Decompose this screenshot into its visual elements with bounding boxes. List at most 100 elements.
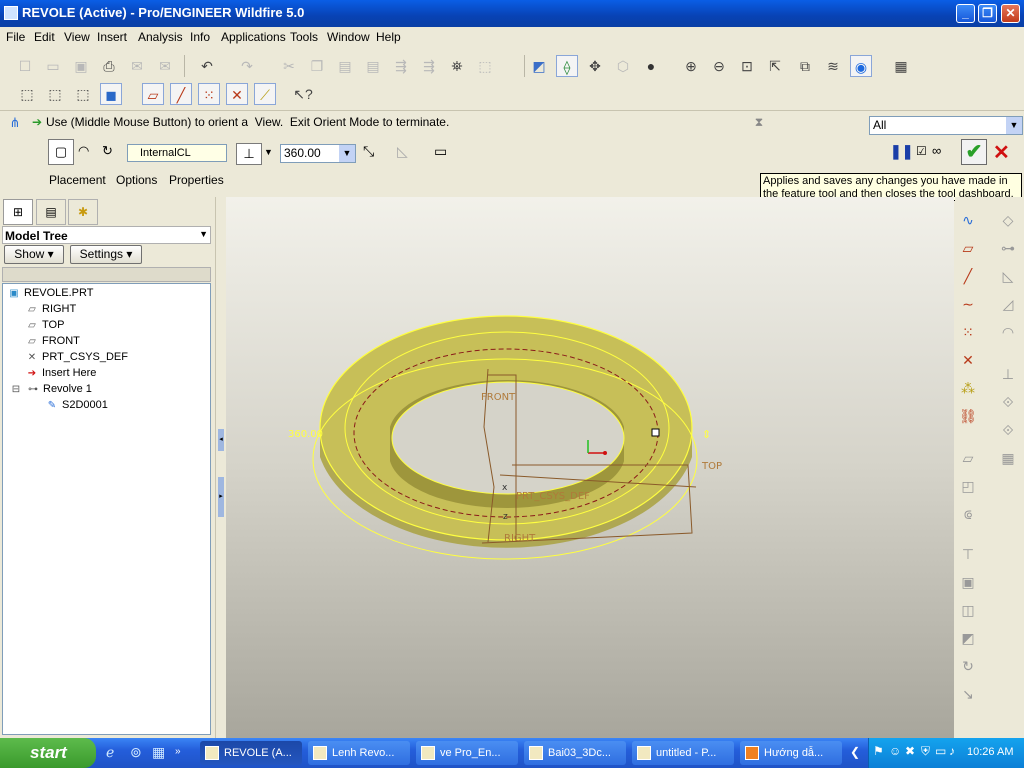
appearance-icon[interactable]: ● (640, 55, 662, 77)
undo-icon[interactable]: ↶ (196, 55, 218, 77)
apply-checkmark-icon[interactable]: ✔ (961, 139, 987, 165)
collapse-icon[interactable]: ⊟ (9, 382, 23, 398)
tree-item-front[interactable]: ▱ FRONT (25, 333, 80, 349)
hole-tool-icon[interactable]: ◇ (997, 209, 1019, 231)
shading-icon[interactable]: ◼ (100, 83, 122, 105)
view-manager-icon[interactable]: ⧉ (794, 55, 816, 77)
model-tree-tab-icon[interactable]: ⊞ (3, 199, 33, 225)
tab-options[interactable]: Options (116, 173, 157, 187)
plane-tool-icon[interactable]: ▱ (957, 237, 979, 259)
menu-applications[interactable]: Applications (221, 30, 286, 44)
menu-tools[interactable]: Tools (290, 30, 318, 44)
mirror-tool-icon[interactable]: ⟐ (997, 419, 1019, 441)
display-style-icon[interactable]: ◉ (850, 55, 872, 77)
datum-planes-icon[interactable]: ▱ (142, 83, 164, 105)
email-icon[interactable]: ✉ (126, 55, 148, 77)
monitor-tray-icon[interactable]: ▭ (935, 744, 946, 758)
redo-icon[interactable]: ↷ (236, 55, 258, 77)
trim-tool-icon[interactable]: ↻ (957, 655, 979, 677)
analysis-tool-icon[interactable]: ⁂ (957, 377, 979, 399)
tree-item-sketch[interactable]: ✎ S2D0001 (45, 397, 108, 413)
new-file-icon[interactable]: ☐ (14, 55, 36, 77)
open-file-icon[interactable]: ▭ (42, 55, 64, 77)
wireframe-icon[interactable]: ⬚ (16, 83, 38, 105)
curve-tool-icon[interactable]: ∼ (957, 293, 979, 315)
axis-field[interactable]: InternalCL (127, 144, 227, 162)
layers-icon[interactable]: ≋ (822, 55, 844, 77)
chamfer-tool-icon[interactable]: ◺ (997, 265, 1019, 287)
menu-edit[interactable]: Edit (34, 30, 55, 44)
taskbar-scroll-icon[interactable]: ❮ (850, 745, 860, 759)
datum-points-icon[interactable]: ⁙ (198, 83, 220, 105)
zoom-in-icon[interactable]: ⊕ (680, 55, 702, 77)
desktop-quicklaunch-icon[interactable]: ▦ (152, 744, 165, 761)
email-link-icon[interactable]: ✉ (154, 55, 176, 77)
menu-info[interactable]: Info (190, 30, 210, 44)
solid-type-button[interactable]: ▢ (48, 139, 74, 165)
tree-item-insert-here[interactable]: ➔ Insert Here (25, 365, 97, 381)
volume-tray-icon[interactable]: ♪ (949, 744, 955, 758)
print-icon[interactable]: ⎙ (98, 55, 120, 77)
copy-icon[interactable]: ❐ (306, 55, 328, 77)
warp-tool-icon[interactable]: ◩ (957, 627, 979, 649)
favorites-tab-icon[interactable]: ✱ (68, 199, 98, 225)
task-revole[interactable]: REVOLE (A... (200, 741, 302, 765)
filter-select[interactable]: All ▼ (869, 116, 1023, 135)
find-icon[interactable]: ⛯ (446, 55, 468, 77)
angle-select[interactable]: 360.00 ▼ (280, 144, 356, 163)
ie-quicklaunch-icon[interactable]: ℯ (106, 744, 114, 761)
quicklaunch-expand-icon[interactable]: » (175, 746, 181, 757)
tree-item-revolve-1[interactable]: ⊟ ⊶ Revolve 1 (9, 381, 92, 397)
no-hidden-icon[interactable]: ⬚ (72, 83, 94, 105)
sweep-tool-icon[interactable]: ⟃ (957, 503, 979, 525)
saved-views-icon[interactable]: ⬡ (612, 55, 634, 77)
maximize-button[interactable]: ❐ (978, 4, 997, 23)
clock[interactable]: 10:26 AM (967, 746, 1013, 758)
annotations-icon[interactable]: ⟋ (254, 83, 276, 105)
pause-icon[interactable]: ❚❚ (890, 143, 913, 160)
datum-axes-icon[interactable]: ╱ (170, 83, 192, 105)
zoom-out-icon[interactable]: ⊖ (708, 55, 730, 77)
menu-window[interactable]: Window (327, 30, 370, 44)
remove-material-icon[interactable]: ◺ (397, 143, 408, 160)
thicken-icon[interactable]: ▭ (434, 143, 447, 160)
context-help-icon[interactable]: ↖? (292, 83, 314, 105)
close-button[interactable]: ✕ (1001, 4, 1020, 23)
chat-tray-icon[interactable]: ☺ (889, 744, 901, 758)
tree-item-revole-prt[interactable]: ▣ REVOLE.PRT (7, 285, 93, 301)
task-untitled-paint[interactable]: untitled - P... (632, 741, 734, 765)
round-tool-icon[interactable]: ⊶ (997, 237, 1019, 259)
solidify-tool-icon[interactable]: ◫ (957, 599, 979, 621)
menu-help[interactable]: Help (376, 30, 401, 44)
task-ve-pro-en[interactable]: ve Pro_En... (416, 741, 518, 765)
tab-properties[interactable]: Properties (169, 173, 224, 187)
start-button[interactable]: start (0, 738, 96, 768)
smart-filter-icon[interactable]: ⧗ (750, 115, 768, 135)
angle-type-button[interactable]: ⊥ (236, 143, 262, 165)
drag-handle[interactable] (651, 428, 660, 437)
axis-tool-icon[interactable]: ╱ (957, 265, 979, 287)
merge-tool-icon[interactable]: ▦ (997, 447, 1019, 469)
extrude-tool-icon[interactable]: ▱ (957, 447, 979, 469)
rib-tool-icon[interactable]: ⊥ (997, 363, 1019, 385)
paste-icon[interactable]: ▤ (334, 55, 356, 77)
flip-arrow-icon[interactable]: ⇕ (702, 428, 711, 441)
surface-type-icon[interactable]: ◠ (78, 143, 89, 159)
safety-tray-icon[interactable]: ✖ (905, 744, 915, 758)
cut-icon[interactable]: ✂ (278, 55, 300, 77)
revolve-tool-icon[interactable]: ◰ (957, 475, 979, 497)
csys-tool-icon[interactable]: ✕ (957, 349, 979, 371)
regenerate-icon[interactable]: ⇶ (390, 55, 412, 77)
task-huong-dan[interactable]: Hướng dẫ... (740, 741, 842, 765)
panel-sash[interactable]: ◂ ▸ (215, 197, 226, 738)
paste-special-icon[interactable]: ▤ (362, 55, 384, 77)
refit-icon[interactable]: ⊡ (736, 55, 758, 77)
sketch-tool-icon[interactable]: ∿ (957, 209, 979, 231)
regen-manager-icon[interactable]: ⇶ (418, 55, 440, 77)
settings-button[interactable]: Settings ▾ (70, 245, 142, 264)
tree-item-right[interactable]: ▱ RIGHT (25, 301, 76, 317)
repaint-icon[interactable]: ◩ (528, 55, 550, 77)
preview-checkbox[interactable]: ☑ (916, 144, 927, 158)
app-icon[interactable] (4, 6, 18, 20)
shield-tray-icon[interactable]: ⛨ (921, 744, 930, 759)
